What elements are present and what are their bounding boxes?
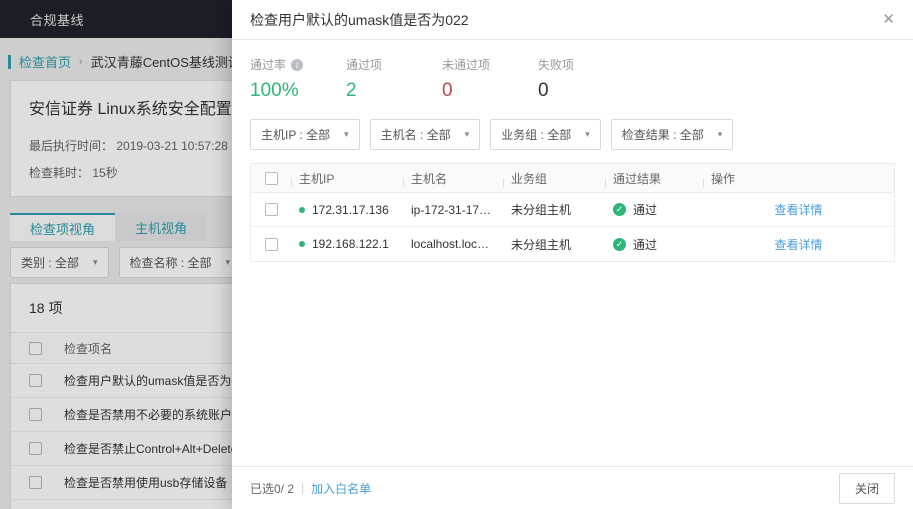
host-ip-cell: 172.31.17.136 (291, 203, 403, 217)
row-checkbox-cell (251, 237, 291, 251)
pass-result: 通过 (633, 203, 658, 217)
stat-pass-rate-value: 100% (250, 80, 299, 101)
host-ip-filter-dropdown[interactable]: 主机IP : 全部 ▾ (250, 119, 360, 150)
business-group-cell: 未分组主机 (511, 203, 572, 217)
selection-info: 已选0/ 2 | 加入白名单 (250, 480, 371, 497)
host-table-header: 主机IP 主机名 业务组 通过结果 操作 (251, 164, 894, 193)
chevron-down-icon: ▾ (717, 129, 723, 139)
stats-row: 通过率 i 100% 通过项 2 未通过项 0 失败项 0 (250, 56, 895, 102)
screen: 合规基线 检查首页 › 武汉青藤CentOS基线测试 安信证券 Linux系统安… (0, 0, 913, 509)
stat-failed-label: 未通过项 (442, 58, 491, 72)
view-detail-link[interactable]: 查看详情 (774, 236, 822, 253)
drawer-title: 检查用户默认的umask值是否为022 (250, 11, 469, 28)
divider: | (301, 481, 305, 495)
host-ip: 172.31.17.136 (312, 202, 389, 217)
host-filter-bar: 主机IP : 全部 ▾ 主机名 : 全部 ▾ 业务组 : 全部 ▾ 检查结果 :… (250, 119, 895, 150)
header-action: 操作 (703, 170, 894, 187)
header-checkbox-cell (251, 171, 291, 185)
host-name-filter-label: 主机名 : 全部 (380, 128, 451, 142)
hostname-cell: localhost.localdomain (403, 237, 503, 251)
table-row: 172.31.17.136 ip-172-31-17-136.cn-no... … (251, 193, 894, 227)
hostname: ip-172-31-17-136.cn-no... (411, 202, 495, 217)
stat-error: 失败项 0 (538, 56, 634, 102)
chevron-down-icon: ▾ (585, 129, 590, 139)
stat-failed-value: 0 (442, 80, 453, 101)
check-circle-icon: ✓ (613, 237, 626, 251)
hostname-cell: ip-172-31-17-136.cn-no... (403, 203, 503, 217)
check-circle-icon: ✓ (613, 203, 626, 216)
host-ip-cell: 192.168.122.1 (291, 237, 403, 251)
host-ip: 192.168.122.1 (312, 237, 389, 251)
action-cell: 查看详情 (703, 201, 894, 218)
pass-result-cell: ✓ 通过 (605, 201, 703, 218)
chevron-down-icon: ▾ (344, 129, 349, 139)
online-status-dot-icon (299, 206, 305, 213)
header-host-ip: 主机IP (291, 170, 403, 187)
stat-pass-rate-label: 通过率 i (250, 56, 346, 73)
table-row: 192.168.122.1 localhost.localdomain 未分组主… (251, 227, 894, 261)
host-name-filter-dropdown[interactable]: 主机名 : 全部 ▾ (369, 119, 481, 150)
stat-error-label: 失败项 (538, 58, 575, 72)
check-result-filter-label: 检查结果 : 全部 (621, 128, 704, 142)
stat-label-text: 通过率 (250, 58, 287, 72)
drawer-header: 检查用户默认的umask值是否为022 ✕ (232, 0, 913, 40)
business-group-filter-dropdown[interactable]: 业务组 : 全部 ▾ (490, 119, 601, 150)
selected-count: 已选0/ 2 (250, 481, 295, 496)
drawer-body: 通过率 i 100% 通过项 2 未通过项 0 失败项 0 主机IP: 全部 … (232, 40, 913, 466)
view-detail-link[interactable]: 查看详情 (774, 201, 822, 218)
add-whitelist-link[interactable]: 加入白名单 (311, 480, 371, 497)
check-detail-drawer: 检查用户默认的umask值是否为022 ✕ 通过率 i 100% 通过项 2 未… (232, 0, 913, 509)
business-group-cell: 未分组主机 (511, 237, 572, 252)
stat-error-value: 0 (538, 80, 549, 101)
check-result-filter-dropdown[interactable]: 检查结果 : 全部 ▾ (610, 119, 734, 150)
close-icon[interactable]: ✕ (882, 12, 895, 27)
row-checkbox[interactable] (264, 237, 278, 251)
stat-passed-value: 2 (346, 80, 357, 101)
header-hostname: 主机名 (403, 170, 503, 187)
close-button[interactable]: 关闭 (838, 472, 895, 504)
header-business-group: 业务组 (503, 170, 605, 187)
info-icon[interactable]: i (291, 58, 304, 71)
business-group-filter-label: 业务组 : 全部 (501, 128, 572, 142)
stat-pass-rate: 通过率 i 100% (250, 56, 346, 102)
online-status-dot-icon (299, 241, 305, 247)
row-checkbox-cell (251, 203, 291, 216)
host-ip-filter-label: 主机IP : 全部 (261, 128, 331, 142)
stat-passed-label: 通过项 (346, 58, 383, 72)
pass-result: 通过 (633, 237, 658, 252)
select-all-checkbox[interactable] (264, 171, 278, 185)
pass-result-cell: ✓ 通过 (605, 236, 703, 253)
drawer-footer: 已选0/ 2 | 加入白名单 关闭 (232, 466, 913, 509)
header-pass-result: 通过结果 (605, 170, 703, 187)
chevron-down-icon: ▾ (464, 129, 470, 139)
row-checkbox[interactable] (264, 203, 278, 216)
stat-failed: 未通过项 0 (442, 56, 538, 102)
action-cell: 查看详情 (703, 236, 894, 253)
hostname: localhost.localdomain (411, 237, 495, 251)
stat-passed: 通过项 2 (346, 56, 442, 102)
host-table: 主机IP 主机名 业务组 通过结果 操作 172.31.17.136 ip-17… (250, 163, 895, 262)
